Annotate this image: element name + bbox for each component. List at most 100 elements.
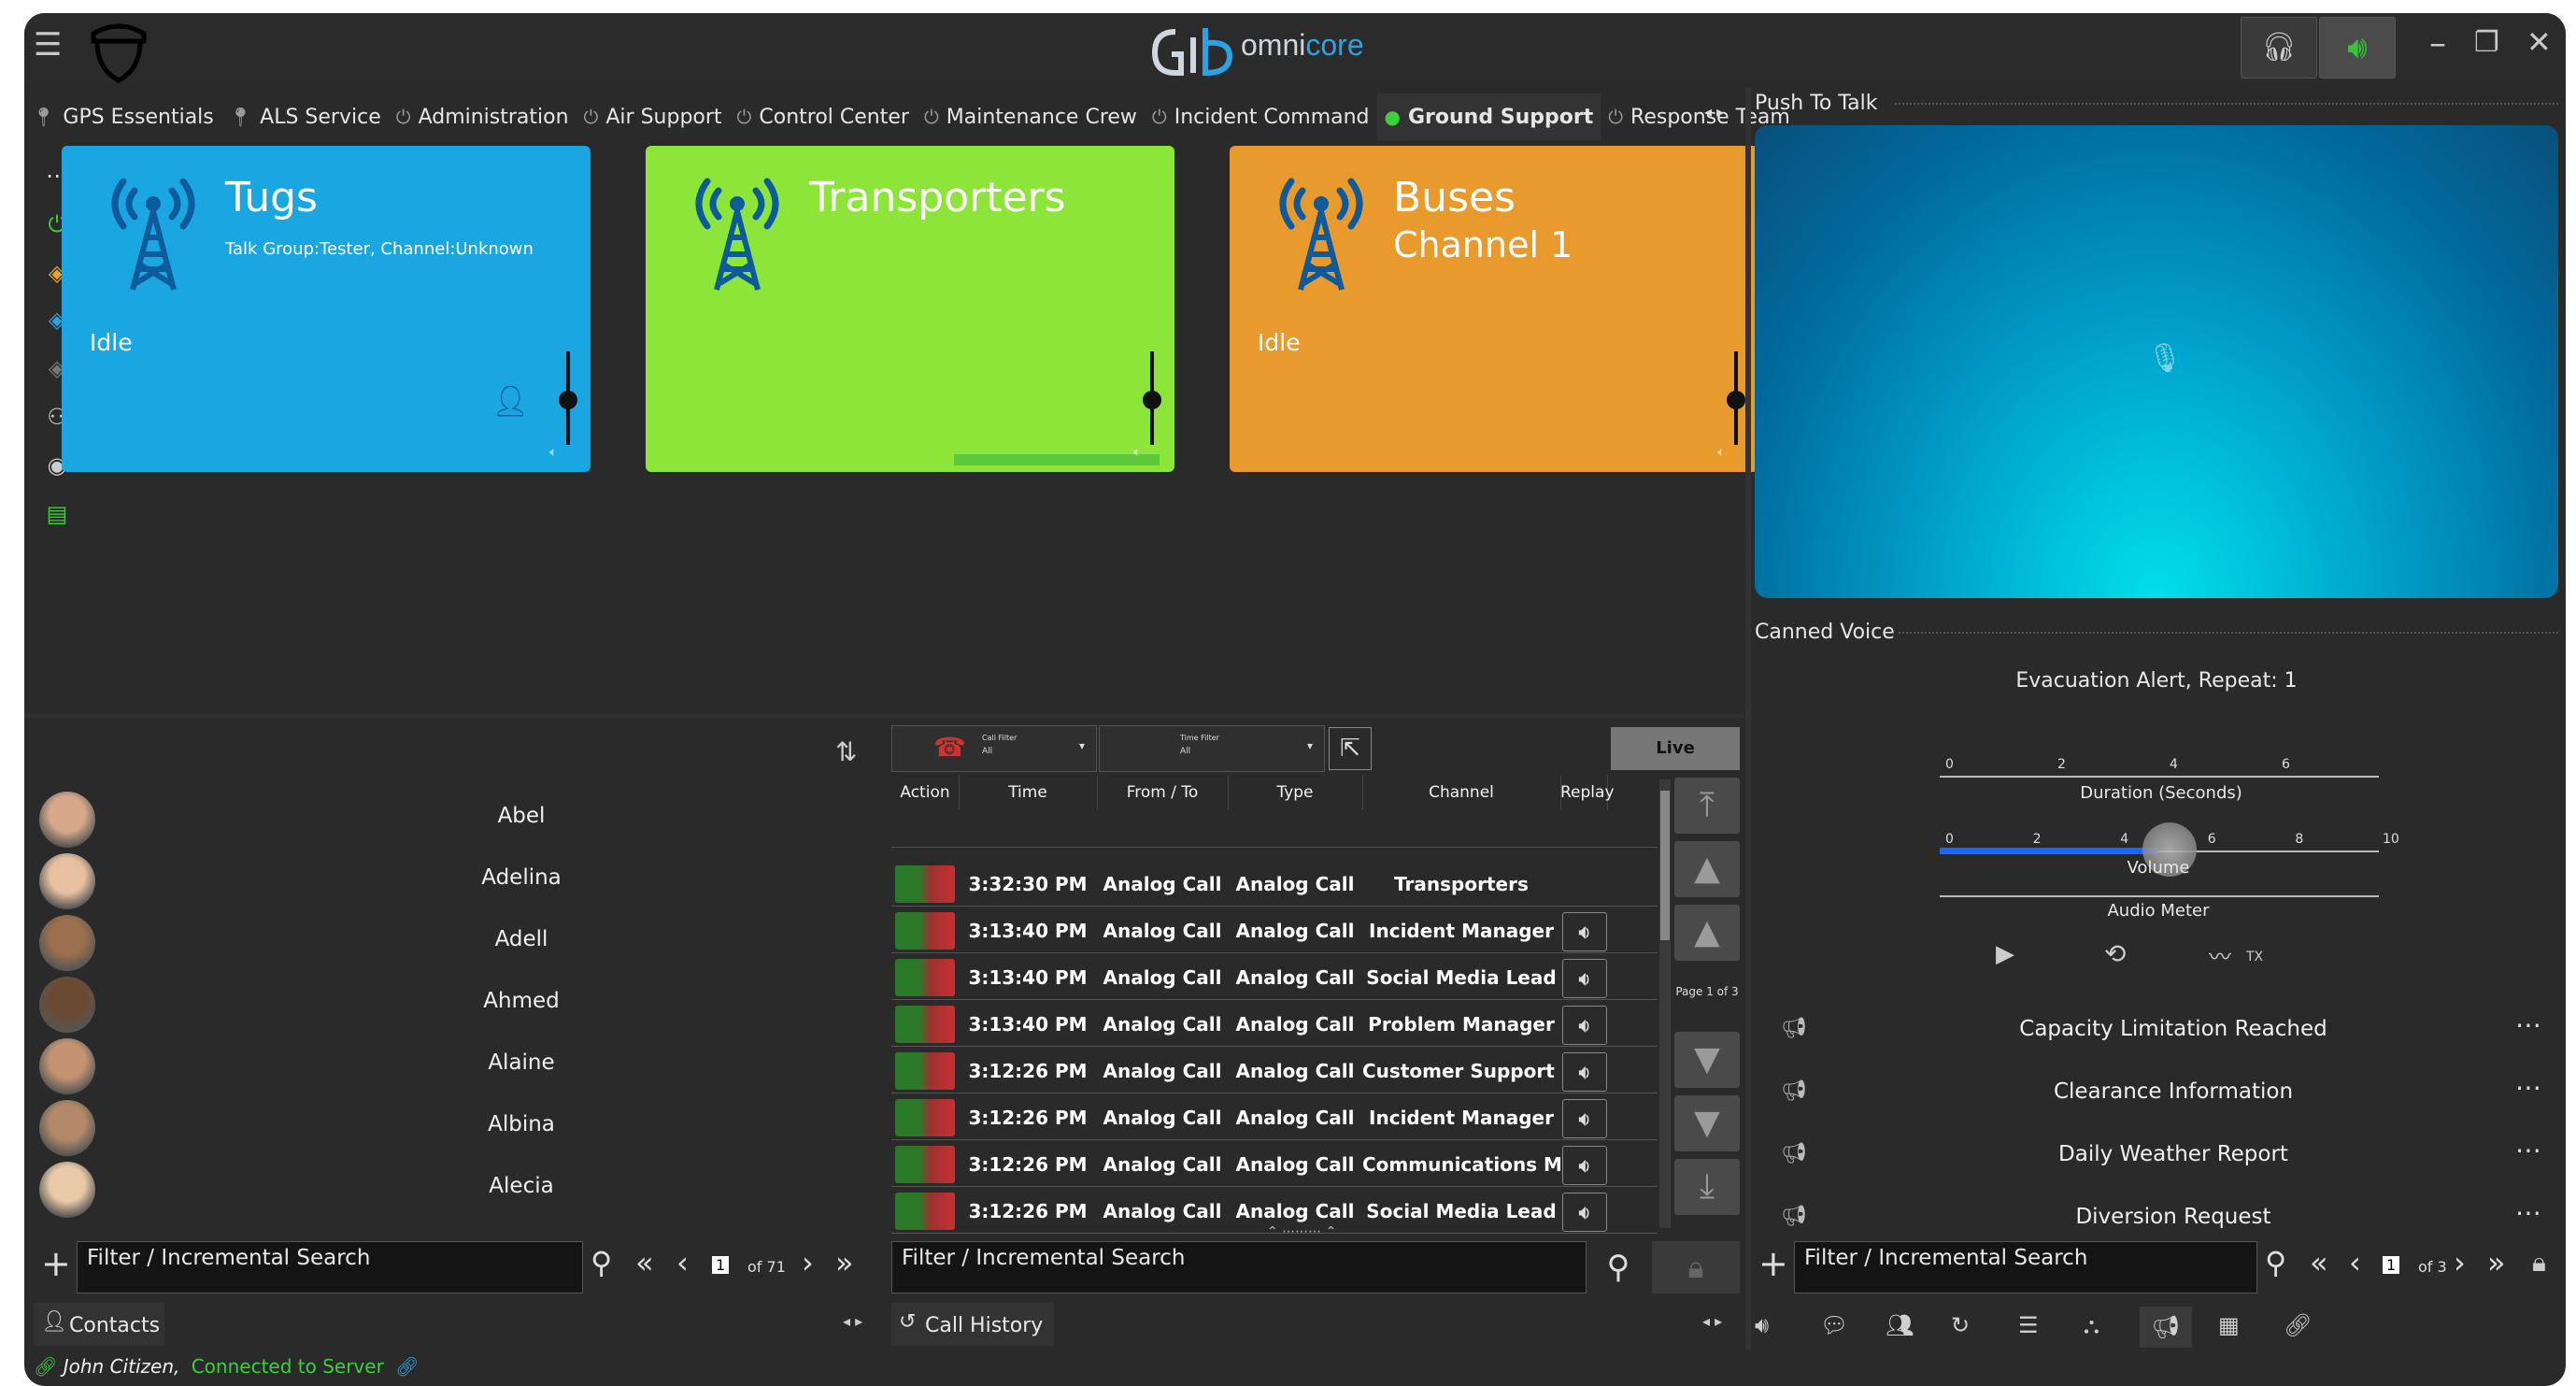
canned-filter-input[interactable]: Filter / Incremental Search [1794,1241,2257,1293]
channel-card-transporters[interactable]: Transporters 🔈︎ [646,146,1174,472]
tab-air-support[interactable]: ⏻ Air Support [576,93,730,140]
call-history-row[interactable]: 3:32:30 PM Analog Call Analog Call Transpor… [891,862,1658,907]
search-icon[interactable]: ⚲ [591,1245,612,1280]
channel-card-tugs[interactable]: Tugs Talk Group:Tester, Channel:Unknown Id… [62,146,591,472]
tab-maintenance-crew[interactable]: ⏻ Maintenance Crew [917,93,1145,140]
call-action-icon[interactable] [895,959,955,996]
tab-control-center[interactable]: ⏻ Control Center [730,93,917,140]
live-button[interactable]: Live [1611,727,1740,770]
repeat-icon[interactable]: ⟲ [2104,938,2126,969]
contacts-panel-arrows[interactable]: ◂ ▸ [843,1312,862,1330]
column-header-time[interactable]: Time [959,776,1098,809]
canned-page-input[interactable]: 1 [2383,1256,2400,1274]
canned-voice-item[interactable]: 📢︎ Daily Weather Report ⋯ [1781,1129,2547,1185]
next-page-icon[interactable]: › [802,1245,814,1280]
call-history-row[interactable]: 3:12:26 PM Analog Call Analog Call Customer… [891,1049,1658,1093]
replay-audio-icon[interactable]: 🔉︎ [1562,959,1607,998]
first-page-icon[interactable]: « [635,1245,654,1280]
contacts-tab[interactable]: 👤︎ Contacts [34,1303,164,1346]
call-action-icon[interactable] [895,1052,955,1090]
row-up-button[interactable]: ▲ [1674,905,1740,961]
vertical-splitter[interactable] [1745,88,1751,1350]
more-options-icon[interactable]: ⋯ [2515,1072,2541,1103]
replay-audio-icon[interactable]: 🔉︎ [1562,912,1607,951]
tab-scroll-arrows[interactable]: ◂ ▸ [1704,103,1724,121]
contacts-filter-input[interactable]: Filter / Incremental Search [77,1241,583,1293]
last-page-icon[interactable]: » [835,1245,854,1280]
more-options-icon[interactable]: ⋯ [2515,1009,2541,1040]
lock-button[interactable]: 🔒︎ [1652,1241,1740,1293]
horizontal-splitter[interactable] [24,714,1743,718]
tab-als-service[interactable]: 📍︎ ALS Service [221,93,389,140]
replay-audio-icon[interactable]: 🔉︎ [1562,1146,1607,1185]
close-icon[interactable]: ✕ [2526,24,2552,60]
call-filter-dropdown[interactable]: ☎︎ Call Filter All ▾ [891,725,1097,772]
call-action-icon[interactable] [895,1146,955,1183]
tab-ground-support[interactable]: ● Ground Support [1376,93,1601,140]
lock-icon[interactable]: 🔒︎ [2532,1247,2546,1279]
splitter-grip[interactable]: ⌃ ⋯⋯⋯ ⌃ [1267,1224,1336,1239]
canned-voice-item[interactable]: 📢︎ Diversion Request ⋯ [1781,1192,2547,1248]
chat-icon[interactable]: 💬︎ [1820,1312,1848,1338]
tab-gps-essentials[interactable]: 📍︎ GPS Essentials [24,93,221,140]
scroll-top-button[interactable]: ⤒ [1674,778,1740,834]
column-header-type[interactable]: Type [1228,776,1363,809]
contact-list-item[interactable]: Abel [36,787,876,849]
column-header-action[interactable]: Action [891,776,960,809]
menu-list-icon[interactable]: ☰ [2018,1312,2039,1338]
play-icon[interactable]: ▶ [1996,940,2014,968]
add-canned-icon[interactable]: + [1758,1243,1788,1284]
list-icon[interactable]: ▤ [41,501,73,527]
channel-card-buses[interactable]: Buses Channel 1 Idle 🔈︎ [1230,146,1758,472]
more-options-icon[interactable]: ⋯ [2515,1197,2541,1228]
call-history-row[interactable]: 3:12:26 PM Analog Call Analog Call Communic… [891,1142,1658,1187]
last-page-icon[interactable]: » [2487,1245,2506,1280]
duration-slider[interactable] [1940,776,2379,778]
column-header-from-to[interactable]: From / To [1097,776,1229,809]
call-history-panel-arrows[interactable]: ◂ ▸ [1702,1312,1722,1330]
call-history-row[interactable]: 3:12:26 PM Analog Call Analog Call Incident… [891,1095,1658,1140]
card-volume-knob[interactable] [1727,391,1745,409]
page-down-button[interactable]: ▼ [1674,1095,1740,1151]
card-volume-knob[interactable] [1143,391,1161,409]
page-up-button[interactable]: ▲ [1674,841,1740,897]
canned-voice-item[interactable]: 📢︎ Capacity Limitation Reached ⋯ [1781,1004,2547,1060]
prev-page-icon[interactable]: ‹ [676,1245,689,1280]
tab-incident-command[interactable]: ⏻ Incident Command [1145,93,1377,140]
call-history-tab[interactable]: ↺ Call History [891,1303,1054,1346]
call-history-filter-input[interactable]: Filter / Incremental Search [891,1241,1587,1293]
hamburger-menu-icon[interactable]: ☰ [34,26,62,64]
speaker-button[interactable]: 🔊︎ [2319,17,2396,79]
scroll-thumb[interactable] [1660,791,1670,940]
row-down-button[interactable]: ▼ [1674,1032,1740,1088]
first-page-icon[interactable]: « [2310,1245,2328,1280]
prev-page-icon[interactable]: ‹ [2349,1245,2361,1280]
next-page-icon[interactable]: › [2454,1245,2466,1280]
column-header-channel[interactable]: Channel [1362,776,1561,809]
hierarchy-icon[interactable]: ⛬ [2084,1312,2099,1338]
speaker-icon[interactable]: 🔊︎ [1755,1312,1769,1338]
restore-icon[interactable]: ❐ [2474,26,2499,59]
more-options-icon[interactable]: ⋯ [2515,1135,2541,1165]
call-action-icon[interactable] [895,1006,955,1043]
call-history-row[interactable]: 3:13:40 PM Analog Call Analog Call Social M… [891,955,1658,1000]
call-history-row[interactable]: 3:13:40 PM Analog Call Analog Call Incident… [891,908,1658,953]
column-header-replay[interactable]: Replay [1560,776,1615,809]
contact-list-item[interactable]: Adelina [36,849,876,910]
canned-voice-item[interactable]: 📢︎ Clearance Information ⋯ [1781,1066,2547,1122]
sort-alpha-icon[interactable]: ⇅ [835,736,857,767]
refresh-icon[interactable]: ↻ [1951,1312,1970,1338]
call-history-row[interactable]: 3:13:40 PM Analog Call Analog Call Problem … [891,1002,1658,1047]
export-button[interactable]: ⇱ [1329,727,1372,770]
acorn-icon[interactable] [86,17,151,84]
push-to-talk-button[interactable]: 🎙︎ [1755,125,2558,598]
keyboard-icon[interactable]: ▦ [2218,1312,2240,1338]
contact-list-item[interactable]: Adell [36,910,876,972]
search-icon[interactable]: ⚲ [2265,1245,2286,1280]
megaphone-icon[interactable]: 📢︎ [2140,1307,2192,1348]
time-filter-dropdown[interactable]: Time Filter All ▾ [1099,725,1325,772]
wifi-tx-icon[interactable]: 〰 [2209,938,2231,971]
scroll-bottom-button[interactable]: ⤓ [1674,1159,1740,1215]
replay-audio-icon[interactable]: 🔉︎ [1562,1099,1607,1138]
headset-button[interactable]: 🎧︎ [2241,17,2317,79]
